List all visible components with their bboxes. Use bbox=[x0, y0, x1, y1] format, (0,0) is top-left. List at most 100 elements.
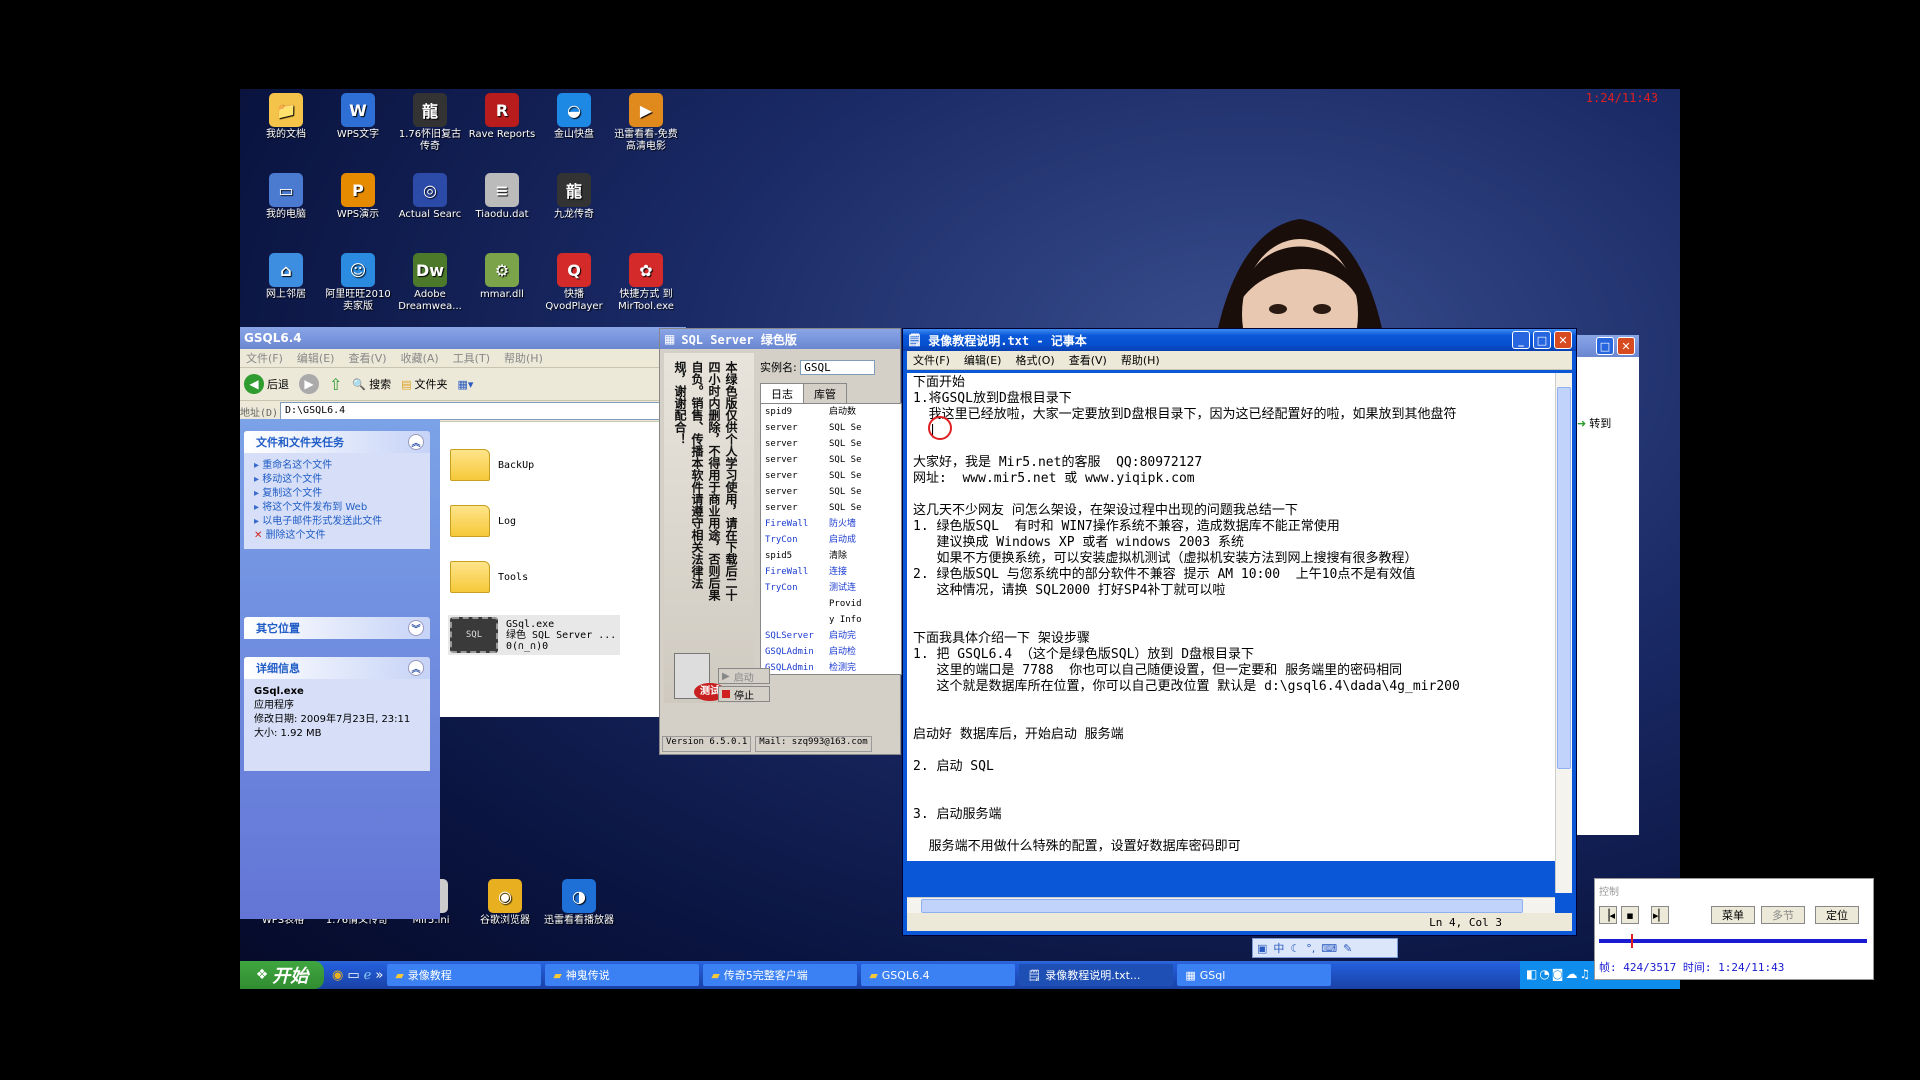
log-row[interactable]: server SQL Se bbox=[761, 484, 901, 500]
log-row[interactable]: TryCon 测试连 bbox=[761, 580, 901, 596]
chrome-icon[interactable]: ◉ bbox=[332, 968, 343, 983]
task-link[interactable]: ✕ 删除这个文件 bbox=[254, 529, 420, 543]
start-button[interactable]: ❖ 开始 bbox=[240, 961, 324, 989]
desktop-icon[interactable]: ▭ bbox=[347, 968, 359, 983]
task-link[interactable]: ▸ 移动这个文件 bbox=[254, 473, 420, 487]
notepad-text-area[interactable]: 下面开始 1.将GSQL放到D盘根目录下 我这里已经放啦，大家一定要放到D盘根目录… bbox=[907, 373, 1555, 861]
maximize-icon[interactable]: □ bbox=[1596, 337, 1614, 355]
desktop-icon[interactable]: ◑ 迅雷看看播放器 bbox=[544, 879, 614, 927]
details-header[interactable]: 详细信息 ︽ bbox=[244, 657, 430, 679]
desktop-icon[interactable]: ⌂ 网上邻居 bbox=[252, 253, 320, 301]
more-icon[interactable]: » bbox=[375, 968, 383, 983]
desktop-icon[interactable]: ◎ Actual Searc bbox=[396, 173, 464, 221]
address-input[interactable]: D:\GSQL6.4 bbox=[280, 402, 686, 420]
desktop-icon[interactable]: R Rave Reports bbox=[468, 93, 536, 141]
menu-tools[interactable]: 工具(T) bbox=[453, 350, 490, 366]
desktop-icon[interactable]: ✿ 快捷方式 到 MirTool.exe bbox=[612, 253, 680, 313]
background-titlebar[interactable]: □ ✕ bbox=[1575, 335, 1639, 357]
desktop-icon[interactable]: ☺ 阿里旺旺2010 卖家版 bbox=[324, 253, 392, 313]
scroll-thumb[interactable] bbox=[1557, 387, 1571, 769]
locate-button[interactable]: 定位 bbox=[1815, 906, 1859, 924]
log-row[interactable]: Provid bbox=[761, 596, 901, 612]
back-button[interactable]: ◀ 后退 bbox=[244, 374, 289, 394]
scroll-thumb[interactable] bbox=[921, 899, 1523, 913]
menu-help[interactable]: 帮助(H) bbox=[504, 350, 543, 366]
log-row[interactable]: server SQL Se bbox=[761, 436, 901, 452]
forward-button[interactable]: ▸▏ bbox=[1651, 906, 1669, 924]
tab-log[interactable]: 日志 bbox=[760, 383, 804, 405]
desktop-icon[interactable]: 📁 我的文档 bbox=[252, 93, 320, 141]
stop-button[interactable]: ▪ bbox=[1621, 906, 1639, 924]
menu-help[interactable]: 帮助(H) bbox=[1121, 352, 1160, 368]
log-row[interactable]: GSQLAdmin 启动检 bbox=[761, 644, 901, 660]
desktop-icon[interactable]: ⚙ mmar.dll bbox=[468, 253, 536, 301]
forward-arrow-icon[interactable]: ▶ bbox=[299, 374, 319, 394]
task-shengui[interactable]: ▰ 神鬼传说 bbox=[545, 964, 700, 986]
collapse-icon[interactable]: ︽ bbox=[408, 434, 424, 450]
log-row[interactable]: server SQL Se bbox=[761, 452, 901, 468]
desktop-icon[interactable]: 龍 1.76怀旧复古传奇 bbox=[396, 93, 464, 153]
stop-button[interactable]: 停止 bbox=[718, 686, 770, 702]
horizontal-scrollbar[interactable] bbox=[907, 897, 1555, 914]
folder-log[interactable]: Log bbox=[450, 505, 516, 537]
instance-input[interactable]: GSQL bbox=[800, 360, 876, 375]
menu-file[interactable]: 文件(F) bbox=[913, 352, 950, 368]
desktop-icon[interactable]: ◉ 谷歌浏览器 bbox=[470, 879, 540, 927]
file-tasks-header[interactable]: 文件和文件夹任务 ︽ bbox=[244, 431, 430, 453]
up-folder-icon[interactable]: ⇧ bbox=[329, 375, 342, 394]
task-gsql-folder[interactable]: ▰ GSQL6.4 bbox=[861, 964, 1016, 986]
desktop-icon[interactable]: ▶ 迅雷看看-免费高清电影 bbox=[612, 93, 680, 153]
log-row[interactable]: server SQL Se bbox=[761, 468, 901, 484]
task-notepad[interactable]: 🗒 录像教程说明.txt... bbox=[1019, 964, 1174, 986]
folder-tools[interactable]: Tools bbox=[450, 561, 528, 593]
ime-bar[interactable]: ▣ 中 ☾ °, ⌨ ✎ bbox=[1252, 938, 1398, 958]
task-link[interactable]: ▸ 将这个文件发布到 Web bbox=[254, 501, 420, 515]
menu-format[interactable]: 格式(O) bbox=[1015, 352, 1054, 368]
desktop-icon[interactable]: P WPS演示 bbox=[324, 173, 392, 221]
timeline-cursor[interactable] bbox=[1631, 934, 1634, 948]
ime-moon-icon[interactable]: ☾ bbox=[1290, 942, 1300, 955]
ime-punct-icon[interactable]: °, bbox=[1306, 942, 1315, 955]
task-client[interactable]: ▰ 传奇5完整客户端 bbox=[703, 964, 858, 986]
log-row[interactable]: FireWall 防火墙 bbox=[761, 516, 901, 532]
desktop-icon[interactable]: ▭ 我的电脑 bbox=[252, 173, 320, 221]
folder-backup[interactable]: BackUp bbox=[450, 449, 534, 481]
log-row[interactable]: spid5 清除 bbox=[761, 548, 901, 564]
section-button[interactable]: 多节 bbox=[1761, 906, 1805, 924]
desktop-icon[interactable]: Q 快播 QvodPlayer bbox=[540, 253, 608, 313]
desktop-icon[interactable]: ≡ Tiaodu.dat bbox=[468, 173, 536, 221]
menu-button[interactable]: 菜单 bbox=[1711, 906, 1755, 924]
task-gsql-app[interactable]: ▦ GSql bbox=[1177, 964, 1332, 986]
timeline[interactable] bbox=[1599, 934, 1867, 948]
menu-favorites[interactable]: 收藏(A) bbox=[401, 350, 439, 366]
search-button[interactable]: 🔍 搜索 bbox=[352, 376, 391, 392]
notepad-titlebar[interactable]: 🗒 录像教程说明.txt - 记事本 _ □ ✕ bbox=[903, 329, 1576, 351]
goto-button[interactable]: ➜ 转到 bbox=[1577, 415, 1611, 431]
folders-button[interactable]: ▤ 文件夹 bbox=[401, 376, 447, 392]
rewind-button[interactable]: ▕◂ bbox=[1599, 906, 1617, 924]
file-gsql-exe[interactable]: SQL GSql.exe 绿色 SQL Server ... 0(∩_∩)0 bbox=[448, 615, 621, 655]
menu-file[interactable]: 文件(F) bbox=[246, 350, 283, 366]
desktop-icon[interactable]: Dw Adobe Dreamwea... bbox=[396, 253, 464, 313]
task-recording-tutorial[interactable]: ▰ 录像教程 bbox=[387, 964, 542, 986]
close-icon[interactable]: ✕ bbox=[1554, 331, 1572, 349]
menu-edit[interactable]: 编辑(E) bbox=[297, 350, 335, 366]
task-link[interactable]: ▸ 以电子邮件形式发送此文件 bbox=[254, 515, 420, 529]
menu-edit[interactable]: 编辑(E) bbox=[964, 352, 1002, 368]
sql-log-list[interactable]: spid9 启动数 server SQL Se server SQL Se server SQ… bbox=[760, 403, 902, 675]
log-row[interactable]: y Info bbox=[761, 612, 901, 628]
views-icon[interactable]: ▦▾ bbox=[458, 378, 474, 391]
expand-icon[interactable]: ︾ bbox=[408, 620, 424, 636]
sql-titlebar[interactable]: ▦ SQL Server 绿色版 bbox=[660, 329, 900, 349]
task-link[interactable]: ▸ 复制这个文件 bbox=[254, 487, 420, 501]
ime-keyboard-icon[interactable]: ⌨ bbox=[1321, 942, 1337, 955]
explorer-titlebar[interactable]: GSQL6.4 bbox=[240, 327, 686, 349]
task-link[interactable]: ▸ 重命名这个文件 bbox=[254, 459, 420, 473]
close-icon[interactable]: ✕ bbox=[1617, 337, 1635, 355]
tab-db[interactable]: 库管 bbox=[804, 383, 847, 405]
log-row[interactable]: GSQLAdmin 检测完 bbox=[761, 660, 901, 674]
minimize-icon[interactable]: _ bbox=[1512, 331, 1530, 349]
log-row[interactable]: server SQL Se bbox=[761, 500, 901, 516]
ie-icon[interactable]: ℯ bbox=[364, 968, 372, 983]
desktop-icon[interactable]: ◒ 金山快盘 bbox=[540, 93, 608, 141]
